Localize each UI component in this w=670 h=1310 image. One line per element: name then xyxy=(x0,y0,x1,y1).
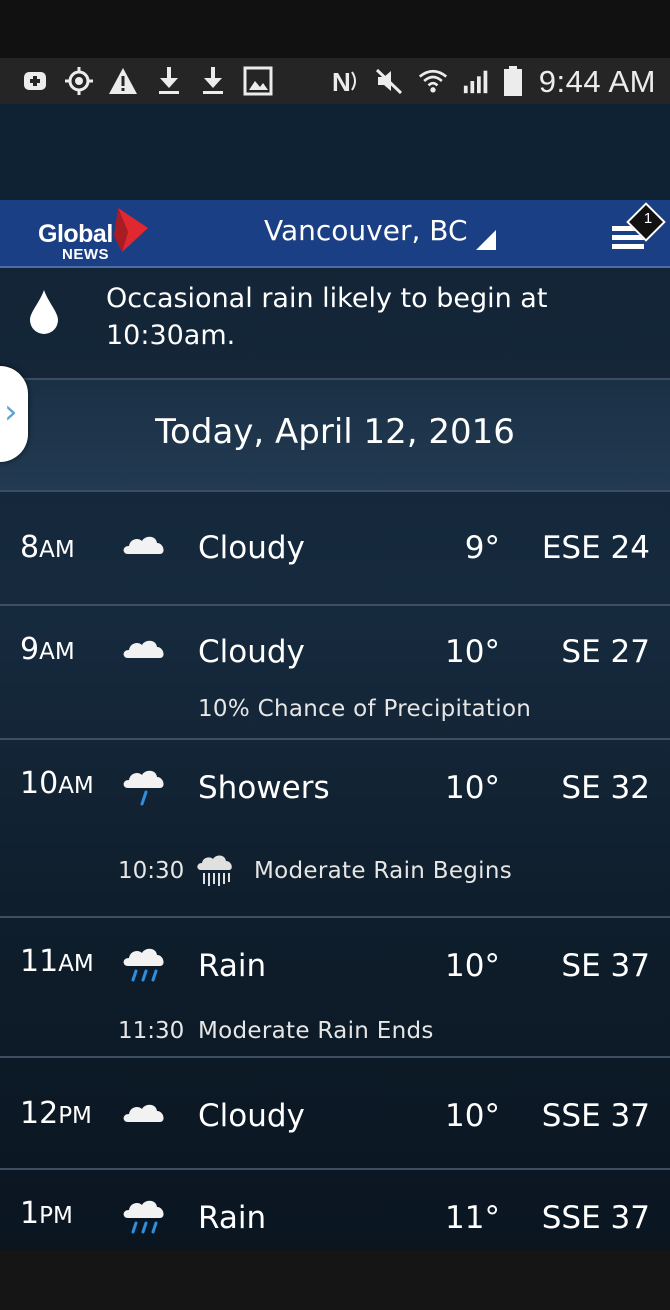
global-news-logo[interactable]: Global NEWS xyxy=(36,206,156,264)
signal-icon xyxy=(462,66,492,96)
wind: SE 32 xyxy=(561,770,650,806)
status-time: 9:44 AM xyxy=(538,64,656,99)
forecast-row[interactable]: 8AM Cloudy 9° ESE 24 xyxy=(0,492,670,606)
condition-text: Cloudy xyxy=(198,530,305,566)
temperature: 10° xyxy=(445,634,500,670)
cloud-icon xyxy=(123,536,164,554)
warning-icon xyxy=(108,66,138,96)
cloud-icon xyxy=(123,1104,164,1122)
weather-app: Global NEWS Vancouver, BC 1 Occasional r… xyxy=(0,104,670,1250)
logo-global-text: Global xyxy=(38,220,113,248)
date-header: Today, April 12, 2016 xyxy=(0,380,670,492)
temperature: 9° xyxy=(464,530,500,566)
event-text: Moderate Rain Ends xyxy=(198,1018,434,1044)
download-icon xyxy=(154,66,184,96)
wind: SE 37 xyxy=(561,948,650,984)
notification-count: 1 xyxy=(643,210,653,227)
add-box-icon xyxy=(20,66,50,96)
logo-arrow-icon xyxy=(114,208,148,252)
menu-bar xyxy=(612,244,644,249)
nfc-icon: N xyxy=(330,66,360,96)
top-black-strip xyxy=(0,0,670,58)
date-title: Today, April 12, 2016 xyxy=(155,412,515,452)
image-icon xyxy=(243,66,273,96)
wind: SSE 37 xyxy=(541,1098,650,1134)
condition-text: Rain xyxy=(198,1200,267,1236)
precipitation-chance: 10% Chance of Precipitation xyxy=(198,696,532,722)
hour-label: 12PM xyxy=(20,1096,92,1131)
wind: SSE 37 xyxy=(541,1200,650,1236)
wifi-icon xyxy=(418,66,448,96)
download-icon xyxy=(198,66,228,96)
condition-text: Rain xyxy=(198,948,267,984)
event-text: Moderate Rain Begins xyxy=(254,858,513,884)
app-top-band xyxy=(0,104,670,200)
hour-label: 10AM xyxy=(20,766,94,801)
forecast-row[interactable]: 1PM Rain 11° SSE 37 xyxy=(0,1170,670,1250)
temperature: 10° xyxy=(445,948,500,984)
event-time: 10:30 xyxy=(118,858,185,884)
condition-text: Cloudy xyxy=(198,1098,305,1134)
rain-icon xyxy=(123,948,164,982)
raindrop-icon xyxy=(30,290,58,334)
hour-label: 11AM xyxy=(20,944,94,979)
temperature: 11° xyxy=(445,1200,500,1236)
gps-icon xyxy=(64,66,94,96)
chevron-right-icon: › xyxy=(4,392,18,432)
wind: ESE 24 xyxy=(541,530,650,566)
cloud-icon xyxy=(123,640,164,658)
logo-news-text: NEWS xyxy=(62,246,109,263)
wind: SE 27 xyxy=(561,634,650,670)
location-dropdown-icon[interactable] xyxy=(476,230,496,250)
condition-text: Cloudy xyxy=(198,634,305,670)
forecast-row[interactable]: 10AM Showers 10° SE 32 10:30 Moderate Ra… xyxy=(0,740,670,918)
showers-icon xyxy=(123,770,164,806)
hour-label: 9AM xyxy=(20,632,75,667)
svg-text:N: N xyxy=(332,67,351,96)
temperature: 10° xyxy=(445,1098,500,1134)
forecast-row[interactable]: 12PM Cloudy 10° SSE 37 xyxy=(0,1058,670,1170)
alert-text: Occasional rain likely to begin at 10:30… xyxy=(106,283,548,351)
rain-icon xyxy=(123,1200,164,1234)
heavy-rain-icon xyxy=(197,855,232,886)
location-selector[interactable]: Vancouver, BC xyxy=(264,214,468,247)
hour-label: 1PM xyxy=(20,1196,73,1231)
precipitation-alert[interactable]: Occasional rain likely to begin at 10:30… xyxy=(0,268,670,380)
side-drawer-tab[interactable]: › xyxy=(0,366,28,462)
mute-icon xyxy=(374,66,404,96)
navigation-bar xyxy=(0,1250,670,1310)
battery-icon xyxy=(498,66,528,96)
condition-text: Showers xyxy=(198,770,330,806)
forecast-row[interactable]: 9AM Cloudy 10° SE 27 10% Chance of Preci… xyxy=(0,606,670,740)
event-time: 11:30 xyxy=(118,1018,185,1044)
app-header: Global NEWS Vancouver, BC 1 xyxy=(0,200,670,268)
temperature: 10° xyxy=(445,770,500,806)
hour-label: 8AM xyxy=(20,530,75,565)
forecast-row[interactable]: 11AM Rain 10° SE 37 11:30 Moderate Rain … xyxy=(0,918,670,1058)
status-bar: N 9:44 AM xyxy=(0,58,670,104)
